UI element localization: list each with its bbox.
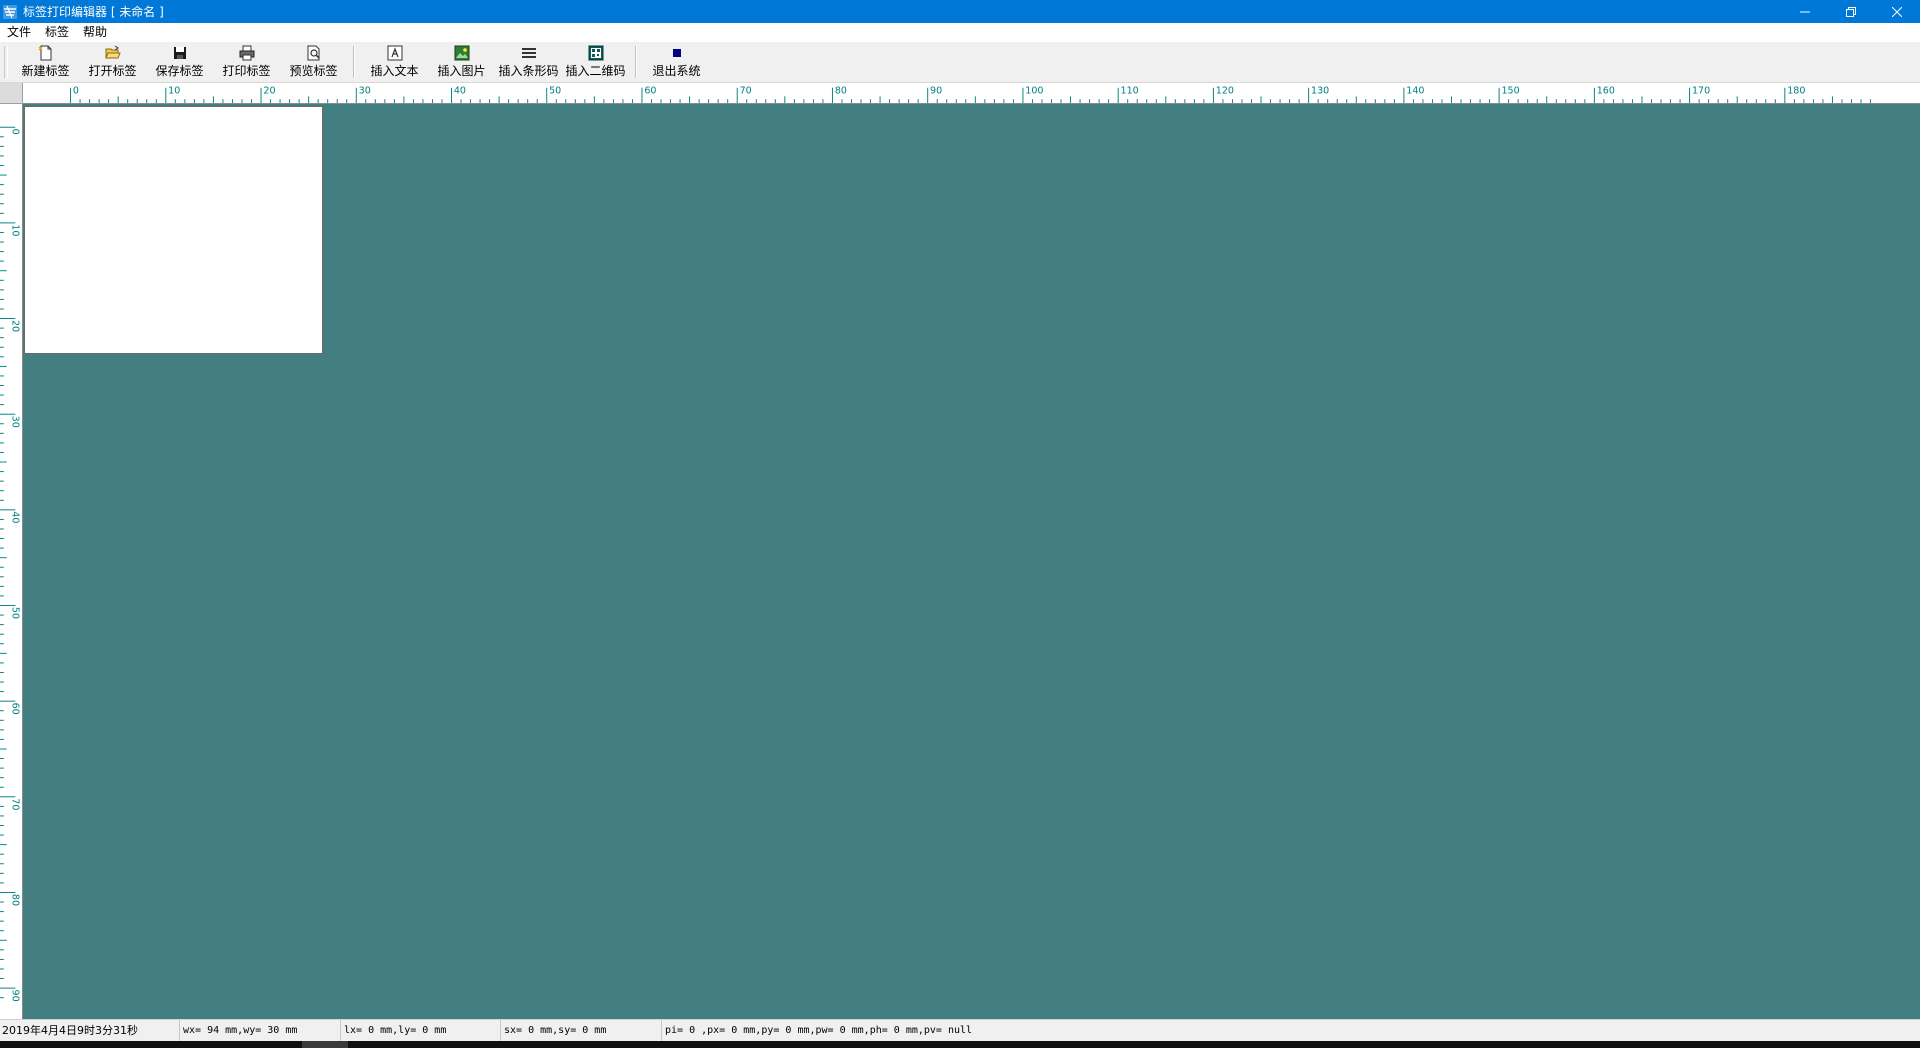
ruler-label: 20 xyxy=(9,320,20,332)
ruler-label: 90 xyxy=(9,990,20,1002)
ruler-label: 100 xyxy=(1025,85,1043,96)
insert-image-icon xyxy=(454,45,470,61)
insert-text-text: 插入文本 xyxy=(370,64,419,78)
preview-label-button[interactable]: 预览标签 xyxy=(280,42,347,80)
ruler-label: 0 xyxy=(9,129,20,135)
insert-image-button[interactable]: 插入图片 xyxy=(428,42,495,80)
print-label-text: 打印标签 xyxy=(222,64,271,78)
app-logo-icon xyxy=(3,4,17,19)
qrcode-icon xyxy=(588,45,604,61)
status-datetime: 2019年4月4日9时3分31秒 xyxy=(0,1019,180,1042)
status-item-info: pi= 0 ,px= 0 mm,py= 0 mm,pw= 0 mm,ph= 0 … xyxy=(665,1024,973,1036)
save-disk-icon xyxy=(172,45,188,61)
ruler-label: 150 xyxy=(1502,85,1520,96)
window-controls xyxy=(1782,0,1920,23)
insert-barcode-button[interactable]: 插入条形码 xyxy=(495,42,562,80)
toolbar: 新建标签 打开标签 保存标签 打印标签 预览标签 插入文本 插入图片 插入条形码… xyxy=(0,42,1920,83)
insert-text-button[interactable]: 插入文本 xyxy=(361,42,428,80)
ruler-label: 60 xyxy=(644,85,656,96)
ruler-label: 70 xyxy=(740,85,752,96)
preview-label-text: 预览标签 xyxy=(289,64,338,78)
ruler-label: 10 xyxy=(9,224,20,236)
restore-icon xyxy=(1846,6,1856,17)
menu-bar: 文件 标签 帮助 xyxy=(0,23,1920,42)
printer-icon xyxy=(239,45,255,61)
ruler-label: 30 xyxy=(359,85,371,96)
ruler-label: 10 xyxy=(168,85,180,96)
window-title: 标签打印编辑器 [ 未命名 ] xyxy=(23,5,164,19)
menu-label[interactable]: 标签 xyxy=(38,23,76,42)
ruler-label: 60 xyxy=(9,703,20,715)
ruler-label: 110 xyxy=(1121,85,1139,96)
close-icon xyxy=(1892,6,1902,17)
toolbar-grip[interactable] xyxy=(4,46,8,78)
label-canvas[interactable] xyxy=(24,106,323,354)
insert-text-icon xyxy=(387,45,403,61)
ruler-label: 80 xyxy=(835,85,847,96)
open-label-button[interactable]: 打开标签 xyxy=(79,42,146,80)
preview-icon xyxy=(306,45,322,61)
status-window-size: wx= 94 mm,wy= 30 mm xyxy=(180,1019,341,1042)
ruler-corner xyxy=(0,83,23,104)
new-label-text: 新建标签 xyxy=(21,64,70,78)
insert-qrcode-text: 插入二维码 xyxy=(565,64,626,78)
toolbar-separator xyxy=(635,46,637,78)
ruler-label: 160 xyxy=(1597,85,1615,96)
menu-help[interactable]: 帮助 xyxy=(76,23,114,42)
insert-image-text: 插入图片 xyxy=(437,64,486,78)
ruler-label: 180 xyxy=(1787,85,1805,96)
insert-barcode-text: 插入条形码 xyxy=(498,64,559,78)
status-bar: 2019年4月4日9时3分31秒 wx= 94 mm,wy= 30 mm lx=… xyxy=(0,1019,1920,1042)
ruler-label: 50 xyxy=(549,85,561,96)
barcode-icon xyxy=(521,45,537,61)
close-button[interactable] xyxy=(1874,0,1920,23)
new-label-button[interactable]: 新建标签 xyxy=(12,42,79,80)
status-label-position: lx= 0 mm,ly= 0 mm xyxy=(341,1019,501,1042)
design-workspace[interactable]: 0 10 20 30 40 50 60 70 80 90 100 110 120 130 140 150 160… xyxy=(0,83,1920,1019)
ruler-label: 140 xyxy=(1406,85,1424,96)
exit-system-button[interactable]: 退出系统 xyxy=(643,42,710,80)
ruler-label: 0 xyxy=(73,85,79,96)
app-window: 标签打印编辑器 [ 未命名 ] 文件 标签 帮助 新建标签 打开标签 保存标签 … xyxy=(0,0,1920,1048)
insert-qrcode-button[interactable]: 插入二维码 xyxy=(562,42,629,80)
ruler-label: 30 xyxy=(9,416,20,428)
taskbar-edge xyxy=(0,1041,1920,1048)
ruler-label: 70 xyxy=(9,798,20,810)
save-label-text: 保存标签 xyxy=(155,64,204,78)
print-label-button[interactable]: 打印标签 xyxy=(213,42,280,80)
ruler-label: 90 xyxy=(930,85,942,96)
save-label-button[interactable]: 保存标签 xyxy=(146,42,213,80)
exit-icon xyxy=(669,45,685,61)
horizontal-ruler: 0 10 20 30 40 50 60 70 80 90 100 110 120 130 140 150 160… xyxy=(23,83,1920,104)
toolbar-separator xyxy=(353,46,355,78)
ruler-label: 40 xyxy=(454,85,466,96)
ruler-label: 120 xyxy=(1216,85,1234,96)
ruler-label: 170 xyxy=(1692,85,1710,96)
taskbar-active-mark xyxy=(302,1041,348,1048)
title-bar[interactable]: 标签打印编辑器 [ 未命名 ] xyxy=(0,0,1920,23)
minimize-button[interactable] xyxy=(1782,0,1828,23)
menu-file[interactable]: 文件 xyxy=(0,23,38,42)
minimize-icon xyxy=(1800,11,1810,12)
ruler-label: 20 xyxy=(263,85,275,96)
open-folder-icon xyxy=(104,45,121,61)
status-selection: sx= 0 mm,sy= 0 mm xyxy=(501,1019,662,1042)
new-label-icon xyxy=(38,45,54,61)
ruler-label: 50 xyxy=(9,607,20,619)
exit-system-text: 退出系统 xyxy=(652,64,701,78)
open-label-text: 打开标签 xyxy=(88,64,137,78)
vertical-ruler: 0 10 20 30 40 50 60 70 80 90 xyxy=(0,104,23,1019)
ruler-label: 130 xyxy=(1311,85,1329,96)
restore-button[interactable] xyxy=(1828,0,1874,23)
ruler-label: 40 xyxy=(9,511,20,523)
ruler-label: 80 xyxy=(9,894,20,906)
